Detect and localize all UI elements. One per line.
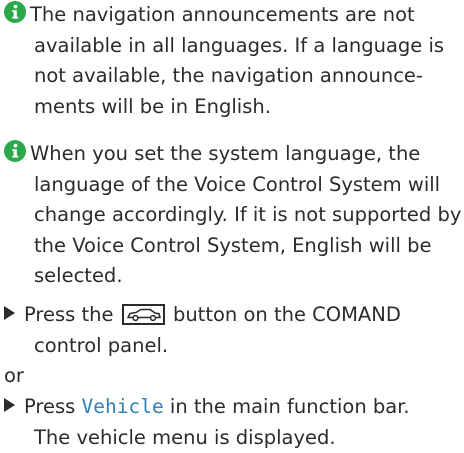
info-note-1-text-line-4: ments will be in English. <box>4 92 456 123</box>
info-note-2-text-line-2: language of the Voice Control System wil… <box>4 170 456 201</box>
step-2-line-1: Press Vehicle in the main function bar. <box>4 392 456 423</box>
step-2-after-term: in the main function bar. <box>170 395 410 418</box>
info-circle-icon <box>4 140 26 162</box>
info-note-2-line-1: When you set the system language, the <box>4 139 456 170</box>
instruction-step-2: Press Vehicle in the main function bar. … <box>4 392 456 453</box>
manual-page: The navigation announcements are not ava… <box>0 0 464 449</box>
info-circle-icon <box>4 1 26 23</box>
info-note-2-text-line-4: the Voice Control System, English will b… <box>4 231 456 262</box>
vehicle-menu-term: Vehicle <box>82 395 164 418</box>
step-1-line-1: Press the button on the COMAND <box>4 300 456 331</box>
step-1-after-button: button on the COMAND <box>173 303 401 326</box>
instruction-step-1: Press the button on the COMAND control p… <box>4 300 456 361</box>
info-note-1-line-1: The navigation announcements are not <box>4 0 456 31</box>
info-note-1: The navigation announcements are not ava… <box>4 0 456 122</box>
step-2-line-2: The vehicle menu is displayed. <box>4 423 456 453</box>
info-note-2-text-line-3: change accordingly. If it is not support… <box>4 200 456 231</box>
triangle-arrow-icon <box>4 306 15 320</box>
step-2-before-term: Press <box>24 395 75 418</box>
info-note-2: When you set the system language, the la… <box>4 139 456 292</box>
info-note-1-text-line-1: The navigation announcements are not <box>30 3 415 26</box>
step-1-line-2: control panel. <box>4 331 456 362</box>
step-1-before-button: Press the <box>24 303 114 326</box>
info-note-2-text-line-1: When you set the system language, the <box>30 142 420 165</box>
info-note-1-text-line-2: available in all languages. If a languag… <box>4 31 456 62</box>
info-note-1-text-line-3: not available, the navigation announce- <box>4 61 456 92</box>
or-separator: or <box>4 361 24 392</box>
car-icon <box>122 304 165 325</box>
info-note-2-text-line-5: selected. <box>4 261 456 292</box>
triangle-arrow-icon <box>4 398 15 412</box>
